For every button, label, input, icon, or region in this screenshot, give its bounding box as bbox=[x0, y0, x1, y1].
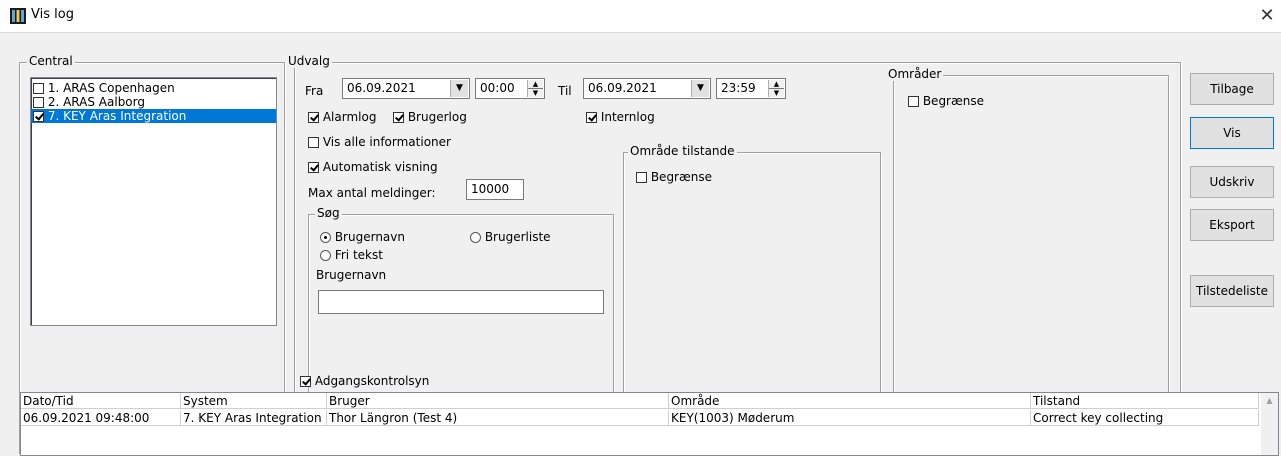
til-date-value: 06.09.2021 bbox=[588, 81, 657, 95]
table-cell[interactable]: 7. KEY Aras Integration bbox=[181, 410, 327, 426]
adgangskontrolsyn-option[interactable]: Adgangskontrolsyn bbox=[300, 374, 429, 388]
chevron-down-icon[interactable]: ▼ bbox=[691, 80, 709, 97]
vis-alle-option[interactable]: Vis alle informationer bbox=[308, 135, 451, 149]
brugerliste-radio-option[interactable]: Brugerliste bbox=[470, 230, 551, 244]
automatisk-label: Automatisk visning bbox=[322, 160, 438, 174]
list-item[interactable]: 2. ARAS Aalborg bbox=[31, 95, 276, 109]
fra-date-picker[interactable]: 06.09.2021 ▼ bbox=[342, 78, 470, 99]
omraader-group bbox=[893, 75, 1169, 434]
table-scrollbar[interactable]: ▲ bbox=[1261, 393, 1278, 455]
central-checkbox[interactable] bbox=[33, 97, 44, 108]
close-icon[interactable]: ✕ bbox=[1255, 4, 1279, 28]
brugerlog-option[interactable]: Brugerlog bbox=[393, 110, 467, 124]
omraader-begraense-label: Begrænse bbox=[922, 94, 985, 108]
vis-alle-label: Vis alle informationer bbox=[322, 135, 451, 149]
fra-time-value: 00:00 bbox=[480, 81, 515, 95]
list-item-label: 1. ARAS Copenhagen bbox=[47, 81, 175, 95]
brugerliste-radio-label: Brugerliste bbox=[484, 230, 551, 244]
omraade-tilstande-begraense-label: Begrænse bbox=[650, 170, 713, 184]
table-header-tilstand[interactable]: Tilstand bbox=[1031, 393, 1259, 409]
central-checkbox[interactable] bbox=[33, 111, 44, 122]
soeg-label: Søg bbox=[315, 206, 342, 220]
alarmlog-label: Alarmlog bbox=[322, 110, 377, 124]
adgangskontrolsyn-checkbox[interactable] bbox=[300, 376, 311, 387]
central-listbox[interactable]: 1. ARAS Copenhagen 2. ARAS Aalborg 7. KE… bbox=[30, 77, 277, 326]
automatisk-option[interactable]: Automatisk visning bbox=[308, 160, 438, 174]
list-item[interactable]: 7. KEY Aras Integration bbox=[31, 109, 276, 123]
brugerlog-label: Brugerlog bbox=[407, 110, 467, 124]
brugernavn-radio-label: Brugernavn bbox=[334, 230, 405, 244]
list-item[interactable]: 1. ARAS Copenhagen bbox=[31, 81, 276, 95]
list-item-label: 2. ARAS Aalborg bbox=[47, 95, 145, 109]
fri-tekst-radio-label: Fri tekst bbox=[334, 248, 383, 262]
internlog-checkbox[interactable] bbox=[586, 112, 597, 123]
title-bar bbox=[0, 0, 1281, 33]
fra-label: Fra bbox=[305, 84, 324, 98]
chevron-down-icon[interactable]: ▼ bbox=[450, 80, 468, 97]
alarmlog-option[interactable]: Alarmlog bbox=[308, 110, 376, 124]
automatisk-checkbox[interactable] bbox=[308, 162, 319, 173]
table-header-system[interactable]: System bbox=[181, 393, 327, 409]
fri-tekst-radio[interactable] bbox=[320, 250, 331, 261]
log-table[interactable]: Dato/Tid System Bruger Område Tilstand 0… bbox=[20, 392, 1279, 456]
central-label: Central bbox=[27, 54, 75, 68]
window-title: Vis log bbox=[31, 7, 74, 22]
brugernavn-input[interactable] bbox=[318, 290, 604, 314]
internlog-option[interactable]: Internlog bbox=[586, 110, 655, 124]
omraader-label: Områder bbox=[886, 67, 944, 81]
brugerliste-radio[interactable] bbox=[470, 232, 481, 243]
udskriv-button[interactable]: Udskriv bbox=[1190, 166, 1274, 198]
table-cell[interactable]: Thor Längron (Test 4) bbox=[327, 410, 669, 426]
omraade-tilstande-begraense-checkbox[interactable] bbox=[636, 172, 647, 183]
eksport-button[interactable]: Eksport bbox=[1190, 209, 1274, 241]
central-checkbox[interactable] bbox=[33, 83, 44, 94]
omraader-begraense-option[interactable]: Begrænse bbox=[908, 94, 984, 108]
fri-tekst-radio-option[interactable]: Fri tekst bbox=[320, 248, 383, 262]
til-label: Til bbox=[558, 84, 572, 98]
adgangskontrolsyn-label: Adgangskontrolsyn bbox=[314, 374, 430, 388]
vis-button[interactable]: Vis bbox=[1190, 117, 1274, 149]
internlog-label: Internlog bbox=[600, 110, 655, 124]
brugerlog-checkbox[interactable] bbox=[393, 112, 404, 123]
list-item-label: 7. KEY Aras Integration bbox=[47, 109, 187, 123]
alarmlog-checkbox[interactable] bbox=[308, 112, 319, 123]
table-header-dato[interactable]: Dato/Tid bbox=[21, 393, 181, 409]
tilbage-button[interactable]: Tilbage bbox=[1190, 73, 1274, 105]
spinner-icon[interactable]: ▲ ▼ bbox=[527, 80, 543, 97]
brugernavn-field-label: Brugernavn bbox=[316, 268, 387, 282]
table-header-bruger[interactable]: Bruger bbox=[327, 393, 669, 409]
scroll-up-icon[interactable]: ▲ bbox=[1261, 393, 1278, 409]
til-time-spinner[interactable]: 23:59 ▲ ▼ bbox=[716, 78, 786, 99]
app-icon bbox=[10, 8, 26, 24]
tilstedeliste-button[interactable]: Tilstedeliste bbox=[1190, 275, 1274, 307]
til-date-picker[interactable]: 06.09.2021 ▼ bbox=[583, 78, 711, 99]
omraade-tilstande-begraense-option[interactable]: Begrænse bbox=[636, 170, 712, 184]
vis-alle-checkbox[interactable] bbox=[308, 137, 319, 148]
spinner-icon[interactable]: ▲ ▼ bbox=[768, 80, 784, 97]
brugernavn-radio[interactable] bbox=[320, 232, 331, 243]
table-cell[interactable]: KEY(1003) Møderum bbox=[669, 410, 1031, 426]
max-label: Max antal meldinger: bbox=[308, 186, 436, 200]
udvalg-label: Udvalg bbox=[286, 54, 332, 68]
omraader-begraense-checkbox[interactable] bbox=[908, 96, 919, 107]
fra-date-value: 06.09.2021 bbox=[347, 81, 416, 95]
omraade-tilstande-label: Område tilstande bbox=[628, 144, 737, 158]
table-cell[interactable]: 06.09.2021 09:48:00 bbox=[21, 410, 181, 426]
til-time-value: 23:59 bbox=[721, 81, 756, 95]
brugernavn-radio-option[interactable]: Brugernavn bbox=[320, 230, 405, 244]
table-cell[interactable]: Correct key collecting bbox=[1031, 410, 1259, 426]
table-header-omraade[interactable]: Område bbox=[669, 393, 1031, 409]
max-input[interactable]: 10000 bbox=[466, 179, 524, 200]
fra-time-spinner[interactable]: 00:00 ▲ ▼ bbox=[475, 78, 545, 99]
